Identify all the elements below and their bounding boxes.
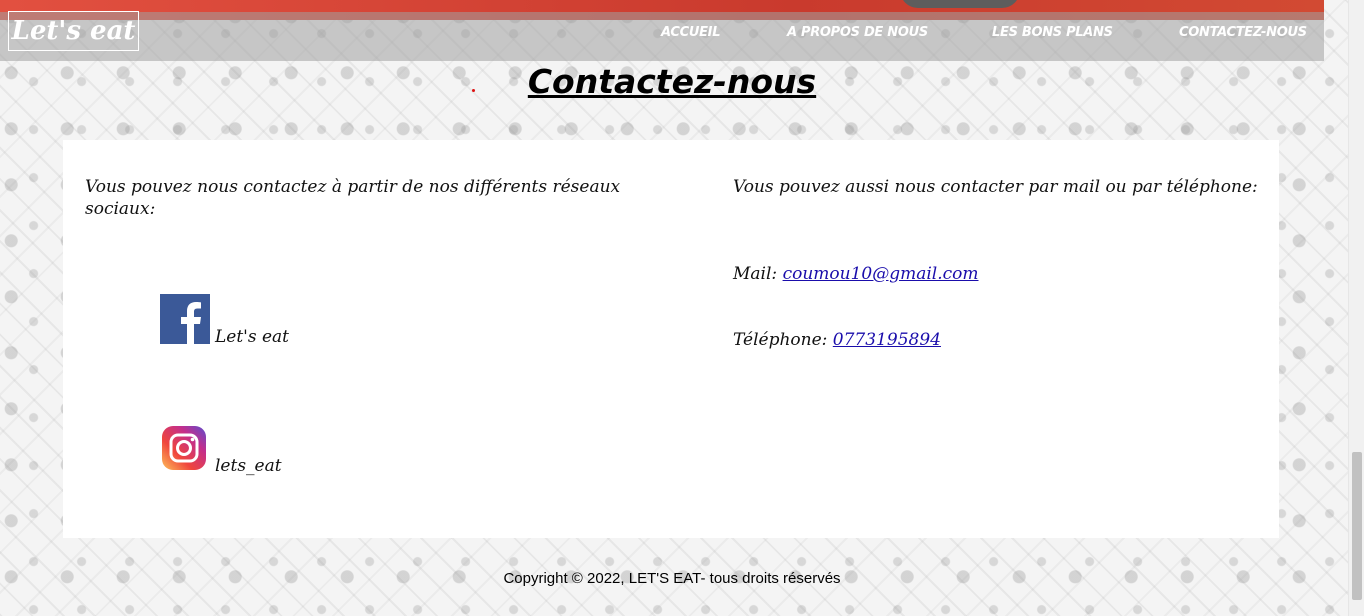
- page-title: Contactez-nous: [527, 62, 817, 101]
- footer-copyright: Copyright © 2022, LET'S EAT- tous droits…: [503, 570, 841, 587]
- instagram-icon[interactable]: [161, 425, 207, 475]
- site-logo[interactable]: Let's eat: [8, 11, 139, 51]
- nav-a-propos[interactable]: A PROPOS DE NOUS: [787, 25, 928, 40]
- scrollbar-thumb[interactable]: [1352, 452, 1362, 600]
- facebook-icon[interactable]: [160, 294, 210, 348]
- phone-line: Téléphone: 0773195894: [733, 330, 941, 350]
- social-intro-text: Vous pouvez nous contactez à partir de n…: [85, 177, 621, 219]
- mail-link[interactable]: coumou10@gmail.com: [783, 264, 979, 284]
- page-scrollbar[interactable]: [1348, 0, 1364, 616]
- instagram-label[interactable]: lets_eat: [215, 456, 282, 476]
- contact-intro-text: Vous pouvez aussi nous contacter par mai…: [733, 177, 1258, 197]
- nav-accueil[interactable]: ACCUEIL: [661, 25, 721, 40]
- nav-contactez-nous[interactable]: CONTACTEZ-NOUS: [1179, 25, 1307, 40]
- phone-label: Téléphone:: [733, 330, 828, 350]
- mail-line: Mail: coumou10@gmail.com: [733, 264, 979, 284]
- nav-bons-plans[interactable]: LES BONS PLANS: [992, 25, 1113, 40]
- banner-image: [900, 0, 1020, 8]
- phone-link[interactable]: 0773195894: [833, 330, 941, 350]
- decorative-dot: [472, 89, 475, 92]
- facebook-label[interactable]: Let's eat: [215, 327, 289, 347]
- mail-label: Mail:: [733, 264, 778, 284]
